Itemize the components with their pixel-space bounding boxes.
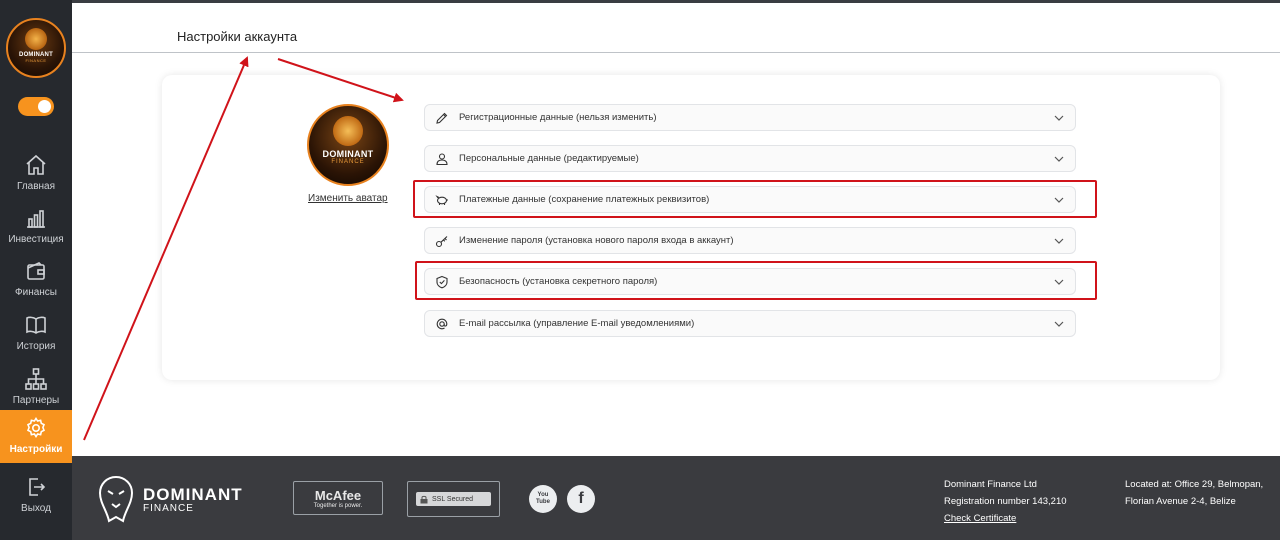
chevron-down-icon — [1054, 321, 1064, 327]
chevron-down-icon — [1054, 115, 1064, 121]
chevron-down-icon — [1054, 238, 1064, 244]
ssl-label: SSL Secured — [432, 495, 473, 503]
sidebar-item-label: Главная — [16, 181, 56, 192]
bar-chart-icon — [27, 210, 45, 228]
pencil-icon — [435, 111, 449, 125]
chevron-down-icon — [1054, 156, 1064, 162]
book-icon — [26, 316, 46, 334]
key-icon — [435, 234, 449, 248]
toggle-knob — [38, 100, 51, 113]
sidebar-item-label: Выход — [21, 503, 51, 514]
lion-icon — [98, 475, 134, 523]
sidebar-item-partners[interactable]: Партнеры — [0, 361, 72, 414]
brand-logo[interactable]: DOMINANT FINANCE — [6, 18, 66, 78]
lock-icon — [420, 495, 428, 503]
sidebar-item-label: Финансы — [15, 287, 57, 298]
sidebar-item-label: Партнеры — [12, 395, 60, 406]
ssl-badge[interactable]: SSL Secured — [407, 481, 500, 517]
mcafee-name: McAfee — [314, 487, 362, 503]
mcafee-tagline: Together is power. — [313, 502, 363, 509]
check-certificate-link[interactable]: Check Certificate — [944, 510, 1067, 527]
youtube-link[interactable]: You Tube — [529, 485, 557, 513]
company-name: Dominant Finance Ltd — [944, 479, 1037, 490]
page-header: Настройки аккаунта — [72, 3, 1280, 53]
sidebar-item-logout[interactable]: Выход — [0, 469, 72, 522]
section-personal-data[interactable]: Персональные данные (редактируемые) — [424, 145, 1076, 172]
logout-icon — [29, 478, 46, 496]
sidebar-item-settings[interactable]: Настройки — [0, 410, 72, 463]
location-line-2: Florian Avenue 2-4, Belize — [1125, 496, 1236, 507]
home-icon — [26, 154, 46, 175]
section-password-change[interactable]: Изменение пароля (установка нового парол… — [424, 227, 1076, 254]
youtube-icon: You Tube — [536, 492, 550, 505]
sidebar-item-label: Настройки — [9, 444, 63, 455]
sidebar-item-finance[interactable]: Финансы — [0, 253, 72, 306]
sidebar-item-label: Инвестиция — [8, 234, 64, 245]
footer-logo[interactable]: DOMINANT FINANCE — [95, 473, 243, 525]
logo-subtext: FINANCE — [25, 57, 47, 63]
section-label: Изменение пароля (установка нового парол… — [459, 235, 734, 246]
user-icon — [435, 152, 449, 166]
network-icon — [25, 368, 47, 390]
facebook-icon: f — [578, 490, 584, 507]
at-icon — [435, 317, 449, 331]
section-label: Персональные данные (редактируемые) — [459, 153, 639, 164]
section-label: Регистрационные данные (нельзя изменить) — [459, 112, 657, 123]
highlight-box-payment — [413, 180, 1097, 218]
sidebar-item-investment[interactable]: Инвестиция — [0, 200, 72, 253]
facebook-link[interactable]: f — [567, 485, 595, 513]
theme-toggle[interactable] — [18, 97, 54, 116]
section-email-notifications[interactable]: E-mail рассылка (управление E-mail уведо… — [424, 310, 1076, 337]
sidebar-item-label: История — [16, 341, 56, 352]
location-line-1: Located at: Office 29, Belmopan, — [1125, 479, 1264, 490]
footer-brand-name: DOMINANT — [143, 484, 243, 504]
mcafee-badge[interactable]: McAfee Together is power. — [293, 481, 383, 515]
highlight-box-security — [415, 261, 1097, 300]
lion-icon — [333, 115, 363, 146]
wallet-icon — [27, 262, 45, 280]
company-location: Located at: Office 29, Belmopan, Florian… — [1125, 476, 1263, 510]
gear-icon — [26, 417, 46, 438]
sidebar-item-home[interactable]: Главная — [0, 147, 72, 200]
sidebar: DOMINANT FINANCE Главная Инвестиция Фина… — [0, 0, 72, 540]
section-registration-data[interactable]: Регистрационные данные (нельзя изменить) — [424, 104, 1076, 131]
page-title: Настройки аккаунта — [177, 29, 298, 44]
sidebar-item-history[interactable]: История — [0, 307, 72, 360]
registration-number: Registration number 143,210 — [944, 496, 1067, 507]
avatar-subtext: FINANCE — [331, 158, 365, 165]
section-label: E-mail рассылка (управление E-mail уведо… — [459, 318, 695, 329]
footer — [72, 456, 1280, 540]
avatar: DOMINANT FINANCE — [307, 104, 389, 186]
lion-icon — [25, 27, 47, 50]
avatar-text: DOMINANT — [322, 148, 374, 159]
company-info: Dominant Finance Ltd Registration number… — [944, 476, 1067, 527]
change-avatar-link[interactable]: Изменить аватар — [308, 193, 388, 204]
